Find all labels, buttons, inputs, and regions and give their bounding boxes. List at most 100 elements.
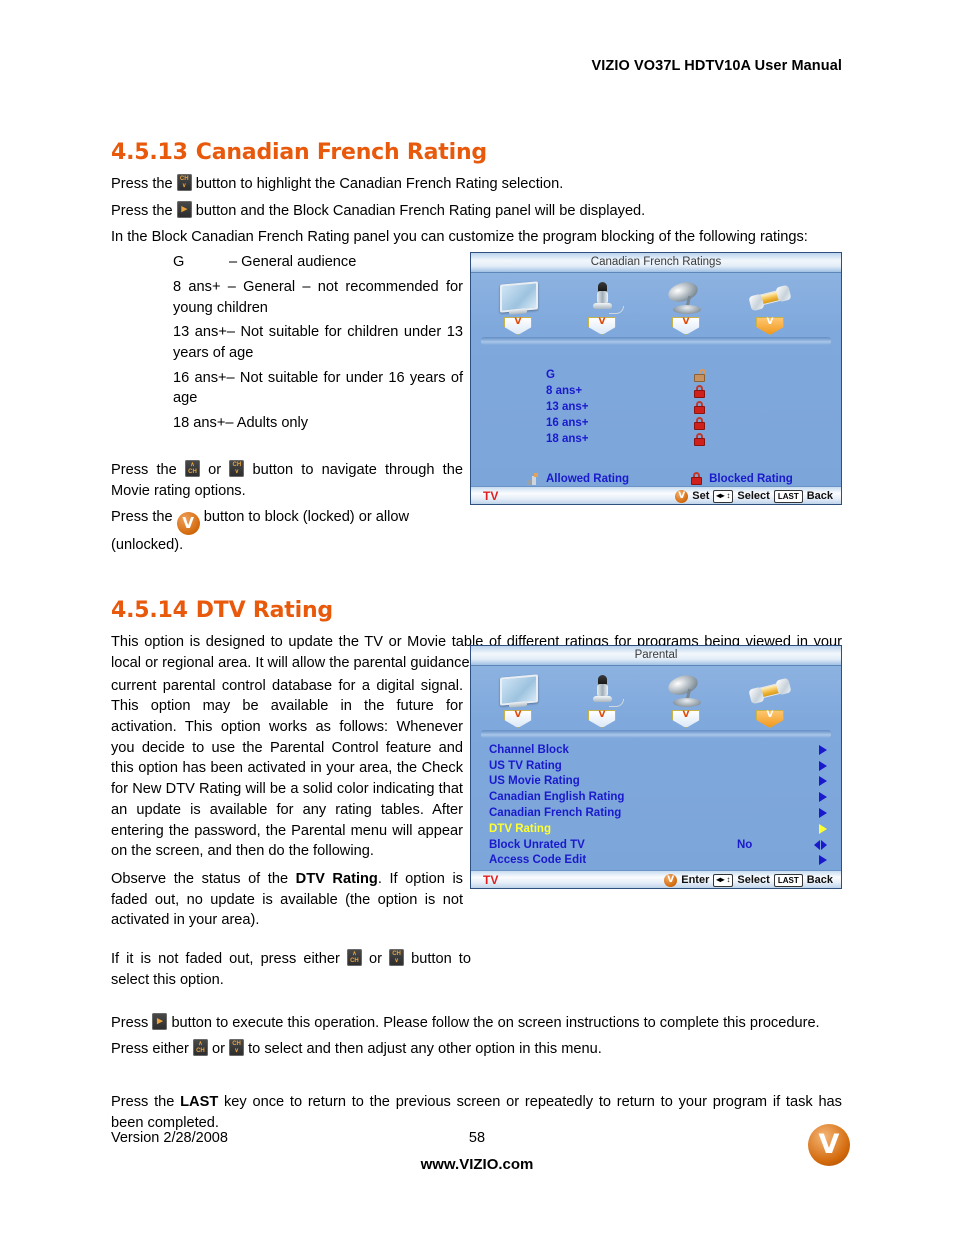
chevron-right-icon-4	[819, 792, 827, 803]
rating-desc-18ans: 18 ans+– Adults only	[173, 415, 309, 432]
paragraph-block-panel-intro: In the Block Canadian French Rating pane…	[111, 229, 808, 246]
channel-down-button-icon: CH ∨	[176, 174, 192, 191]
osd-tab-tv-2[interactable]: V	[487, 672, 549, 728]
right-arrow-button-icon: ▸	[176, 200, 192, 218]
tab-marker-4-active: V	[756, 317, 784, 335]
tv-icon-2	[487, 672, 549, 710]
footer-action-select-2: Select	[737, 874, 770, 886]
rating-label-13ans: 13 ans+	[546, 401, 589, 413]
paragraph-last-key: Press the LAST key once to return to the…	[111, 1094, 842, 1131]
section-number: 4.5.13	[111, 140, 188, 165]
lock-icon-18ans[interactable]	[694, 432, 705, 446]
source-label-1: TV	[483, 489, 499, 503]
tab-marker-6: V	[588, 710, 616, 728]
navigation-pad-icon-1: ◂▸ ↕	[713, 489, 734, 503]
osd-footer-actions-2: V Enter ◂▸ ↕ Select LAST Back	[664, 873, 833, 887]
osd-tab-setup-2[interactable]: V	[739, 672, 801, 728]
footer-action-back-2: Back	[806, 874, 833, 886]
paragraph-not-faded: If it is not faded out, press either ∧ CH…	[111, 949, 471, 988]
osd-tab-tuner-2[interactable]: V	[655, 672, 717, 728]
source-label-2: TV	[483, 873, 499, 887]
osd-panel-parental: Parental V V V V Channel Block US TV Rat…	[470, 645, 842, 889]
channel-up-button-icon-3: ∧ CH	[346, 949, 362, 967]
channel-down-button-icon-2: CH ∨	[229, 459, 245, 477]
osd-footer-2: TV V Enter ◂▸ ↕ Select LAST Back	[471, 870, 841, 888]
legend-blocked: Blocked Rating	[691, 472, 793, 485]
chevron-right-icon-6	[819, 823, 827, 834]
lock-icon-16ans[interactable]	[694, 416, 705, 430]
tab-marker-1: V	[504, 317, 532, 335]
rating-row-18ans[interactable]: 18 ans+	[546, 431, 841, 447]
dtv-rating-bold: DTV Rating	[295, 870, 378, 887]
osd-separator-1	[481, 337, 831, 345]
section-heading-4-5-13: 4.5.13 Canadian French Rating	[111, 140, 842, 165]
rating-desc-g: G – General audience	[173, 254, 357, 271]
paragraph-observe-status: Observe the status of the DTV Rating. If…	[111, 870, 463, 929]
rating-row-8ans[interactable]: 8 ans+	[546, 383, 841, 399]
paragraph-execute-operation: Press ▸ button to execute this operation…	[111, 1012, 820, 1031]
section-heading-4-5-14: 4.5.14 DTV Rating	[111, 598, 842, 623]
rating-desc-16ans: 16 ans+– Not suitable for under 16 years…	[173, 369, 463, 407]
menu-item-canadian-french-rating[interactable]: Canadian French Rating	[489, 805, 827, 821]
channel-down-button-icon-4: CH ∨	[229, 1039, 245, 1057]
osd-tab-tv-1[interactable]: V	[487, 279, 549, 335]
rating-label-8ans: 8 ans+	[546, 385, 583, 397]
osd-body-1: V V V V G 8 ans+ 13 ans+ 16 ans+ 18 ans+…	[471, 273, 841, 504]
satellite-dish-icon	[655, 279, 717, 317]
lock-icon-13ans[interactable]	[694, 400, 705, 414]
vizio-v-icon-footer-1: V	[675, 489, 689, 503]
osd-footer-1: TV V Set ◂▸ ↕ Select LAST Back	[471, 486, 841, 504]
vizio-v-button-icon: V	[176, 512, 200, 536]
microphone-icon-2	[571, 672, 633, 710]
rating-row-g[interactable]: G	[546, 367, 841, 383]
osd-tab-setup-1[interactable]: V	[739, 279, 801, 335]
footer-action-enter: Enter	[681, 874, 710, 886]
osd-title-2: Parental	[471, 646, 841, 666]
osd-tab-audio-2[interactable]: V	[571, 672, 633, 728]
allowed-rating-icon	[527, 472, 539, 485]
menu-item-channel-block[interactable]: Channel Block	[489, 742, 827, 758]
footer-website: www.VIZIO.com	[420, 1156, 534, 1173]
last-key-icon-2: LAST	[773, 873, 803, 887]
section-number-2: 4.5.14	[111, 598, 188, 624]
right-arrow-button-icon-2: ▸	[152, 1012, 168, 1030]
blocked-rating-icon	[691, 472, 703, 485]
menu-label-access-code-edit: Access Code Edit	[489, 854, 587, 867]
osd-tabs-1: V V V V	[471, 273, 841, 335]
paragraph-block-allow: Press the V button to block (locked) or …	[111, 509, 410, 554]
menu-label-block-unrated-tv: Block Unrated TV	[489, 838, 585, 851]
osd-tab-tuner-1[interactable]: V	[655, 279, 717, 335]
rating-label-g: G	[546, 369, 555, 381]
footer-action-back-1: Back	[806, 490, 833, 502]
menu-label-canadian-english-rating: Canadian English Rating	[489, 791, 625, 804]
chevron-right-icon-3	[819, 776, 827, 787]
paragraph-select-adjust: Press either ∧ CH or CH ∨ to select and th…	[111, 1039, 602, 1058]
unlock-icon-g[interactable]	[694, 367, 707, 382]
menu-item-canadian-english-rating[interactable]: Canadian English Rating	[489, 789, 827, 805]
menu-item-dtv-rating-selected[interactable]: DTV Rating	[489, 821, 827, 837]
vizio-v-icon-footer-2: V	[664, 873, 678, 887]
rating-row-13ans[interactable]: 13 ans+	[546, 399, 841, 415]
rating-desc-8ans: 8 ans+ – General – not recommended for y…	[173, 278, 463, 316]
osd-legend: Allowed Rating Blocked Rating	[471, 472, 841, 485]
manual-page: VIZIO VO37L HDTV10A User Manual 4.5.13 Ca…	[0, 0, 954, 1235]
menu-value-block-unrated-tv: No	[737, 838, 753, 851]
satellite-dish-icon-2	[655, 672, 717, 710]
rating-desc-13ans: 13 ans+– Not suitable for children under…	[173, 324, 463, 362]
menu-item-access-code-edit[interactable]: Access Code Edit	[489, 853, 827, 869]
last-key-bold: LAST	[180, 1094, 219, 1110]
osd-tabs-2: V V V V	[471, 666, 841, 728]
osd-title-1: Canadian French Ratings	[471, 253, 841, 273]
tab-marker-5: V	[504, 710, 532, 728]
lock-icon-8ans[interactable]	[694, 384, 705, 398]
chevron-right-icon-5	[819, 808, 827, 819]
osd-tab-audio-1[interactable]: V	[571, 279, 633, 335]
menu-item-us-movie-rating[interactable]: US Movie Rating	[489, 774, 827, 790]
chevron-right-icon	[819, 744, 827, 755]
rating-row-16ans[interactable]: 16 ans+	[546, 415, 841, 431]
channel-down-button-icon-3: CH ∨	[389, 949, 405, 967]
parental-menu-list: Channel Block US TV Rating US Movie Rati…	[471, 742, 841, 868]
menu-label-us-movie-rating: US Movie Rating	[489, 775, 580, 788]
menu-item-block-unrated-tv[interactable]: Block Unrated TV No	[489, 837, 827, 853]
menu-item-us-tv-rating[interactable]: US TV Rating	[489, 758, 827, 774]
